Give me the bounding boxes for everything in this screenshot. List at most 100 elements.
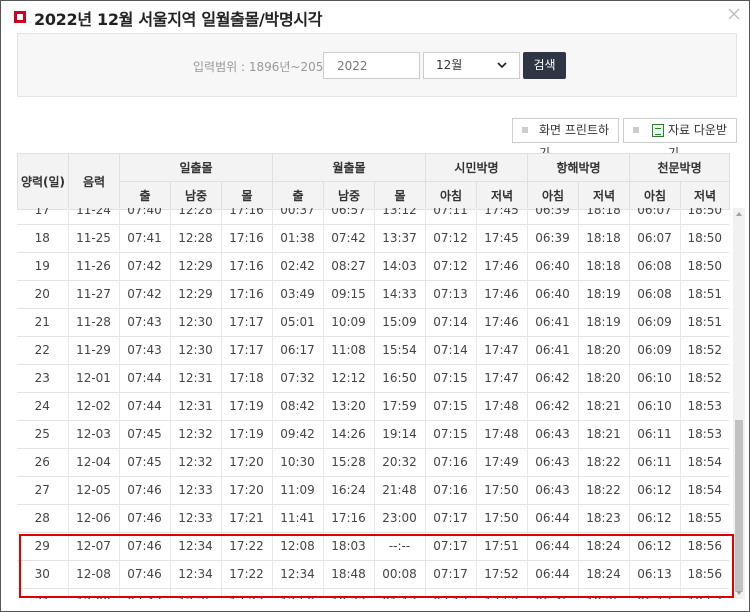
table-cell: 07:14 [424,336,476,365]
close-icon[interactable] [725,5,743,23]
table-cell: 14:26 [322,420,374,449]
table-cell: 06:08 [628,252,680,281]
table-cell: 06:57 [322,208,374,225]
table-cell: 12:33 [169,476,221,505]
table-cell: 12:31 [169,364,221,393]
table-row: 17 11-24 07:40 12:28 17:16 00:37 06:57 13:12 07:… [17,208,729,225]
scrollbar[interactable] [733,208,745,599]
table-row: 26 12-04 07:45 12:32 17:20 10:30 15:28 20:32 07:… [17,448,729,477]
table-cell: 07:32 [271,364,323,393]
header-lunar: 음력 [68,153,120,210]
scroll-thumb[interactable] [735,420,743,592]
table-cell: 12:34 [169,532,221,561]
table-cell: 07:44 [118,364,170,393]
table-row: 18 11-25 07:41 12:28 17:16 01:38 07:42 13:37 07:… [17,224,729,253]
table-cell: 17:21 [220,504,272,533]
table-cell: 12:35 [169,588,221,599]
table-cell: 18:48 [322,560,374,589]
table-cell: 16:50 [373,364,425,393]
table-cell: 15:09 [373,308,425,337]
table-cell: 17:19 [220,420,272,449]
search-button[interactable]: 검색 [523,52,566,79]
table-cell: 07:42 [118,280,170,309]
table-row: 25 12-03 07:45 12:32 17:19 09:42 14:26 19:14 07:… [17,420,729,449]
table-cell: 06:09 [628,336,680,365]
table-cell: 18:24 [577,532,629,561]
table-cell: 17:22 [220,560,272,589]
table-cell: 12-08 [67,560,119,589]
table-cell: 11-28 [67,308,119,337]
year-input[interactable] [323,52,420,79]
download-button[interactable]: 자료 다운받기 [623,118,737,160]
table-cell: 11-24 [67,208,119,225]
table-cell: 05:01 [271,308,323,337]
month-select[interactable]: 12월 [423,52,520,79]
table-cell: 06:08 [628,280,680,309]
table-cell: 07:15 [424,364,476,393]
scroll-down-icon[interactable] [735,589,743,597]
table-cell: 17:46 [475,252,527,281]
table-cell: 17:17 [220,308,272,337]
table-cell: 18:54 [679,476,729,505]
table-cell: 06:44 [526,504,578,533]
table-cell: 18:51 [679,308,729,337]
table-cell: 17:23 [220,588,272,599]
table-cell: 18:22 [577,448,629,477]
header-moon: 월출몰 [272,153,426,182]
table-row: 20 11-27 07:42 12:29 17:16 03:49 09:15 14:33 07:… [17,280,729,309]
table-cell: 17:49 [475,448,527,477]
table-cell: 12-07 [67,532,119,561]
table-cell: 17:45 [475,208,527,225]
table-cell: 07:15 [424,392,476,421]
table-cell: 01:13 [373,588,425,599]
table-row: 23 12-01 07:44 12:31 17:18 07:32 12:12 16:50 07:… [17,364,729,393]
chevron-down-icon [497,62,507,69]
table-body: 17 11-24 07:40 12:28 17:16 00:37 06:57 13:12 07:… [17,208,729,599]
header-sun: 일출몰 [119,153,273,182]
table-cell: 06:41 [526,308,578,337]
table-cell: 27 [17,476,68,505]
table-cell: 17:17 [220,336,272,365]
scroll-up-icon[interactable] [735,210,743,218]
table-cell: 18:20 [577,364,629,393]
table-cell: 14:33 [373,280,425,309]
table-row: 29 12-07 07:46 12:34 17:22 12:08 18:03 --:-- 07:… [17,532,729,561]
table-cell: 12:32 [169,448,221,477]
table-cell: 13:37 [373,224,425,253]
print-button[interactable]: 화면 프린트하기 [512,118,619,160]
table-cell: 06:43 [526,476,578,505]
table-cell: 07:14 [424,308,476,337]
table-cell: 17:16 [220,224,272,253]
table-cell: 18:21 [577,392,629,421]
table-cell: 23 [17,364,68,393]
table-cell: 12-03 [67,420,119,449]
header-sub-cell: 몰 [221,181,273,210]
table-cell: 18:52 [679,364,729,393]
table-cell: 17:20 [220,476,272,505]
table-cell: 12-04 [67,448,119,477]
header-sub-cell: 아침 [425,181,477,210]
header-sub-cell: 몰 [374,181,426,210]
table-cell: 06:39 [526,208,578,225]
table-cell: 03:49 [271,280,323,309]
header-sub-cell: 저녁 [475,181,529,210]
table-cell: 12:29 [169,252,221,281]
table-cell: 06:10 [628,392,680,421]
table-cell: 07:46 [118,532,170,561]
table-row: 21 11-28 07:43 12:30 17:17 05:01 10:09 15:09 07:… [17,308,729,337]
table-cell: 17:16 [220,208,272,225]
table-cell: 11:41 [271,504,323,533]
table-cell: 07:17 [424,588,476,599]
table-cell: 07:17 [424,532,476,561]
table-cell: 17:51 [475,532,527,561]
search-panel: 입력범위 : 1896년~2051년 12월 검색 [17,33,737,97]
table-body-scroll[interactable]: 17 11-24 07:40 12:28 17:16 00:37 06:57 13:12 07:… [17,208,729,599]
table-cell: 18:18 [577,224,629,253]
table-cell: 06:39 [526,224,578,253]
table-cell: 12-06 [67,504,119,533]
table-cell: 18:21 [577,420,629,449]
table-cell: 18:19 [577,280,629,309]
table-cell: 24 [17,392,68,421]
table-cell: 06:40 [526,252,578,281]
table-cell: 12:12 [322,364,374,393]
